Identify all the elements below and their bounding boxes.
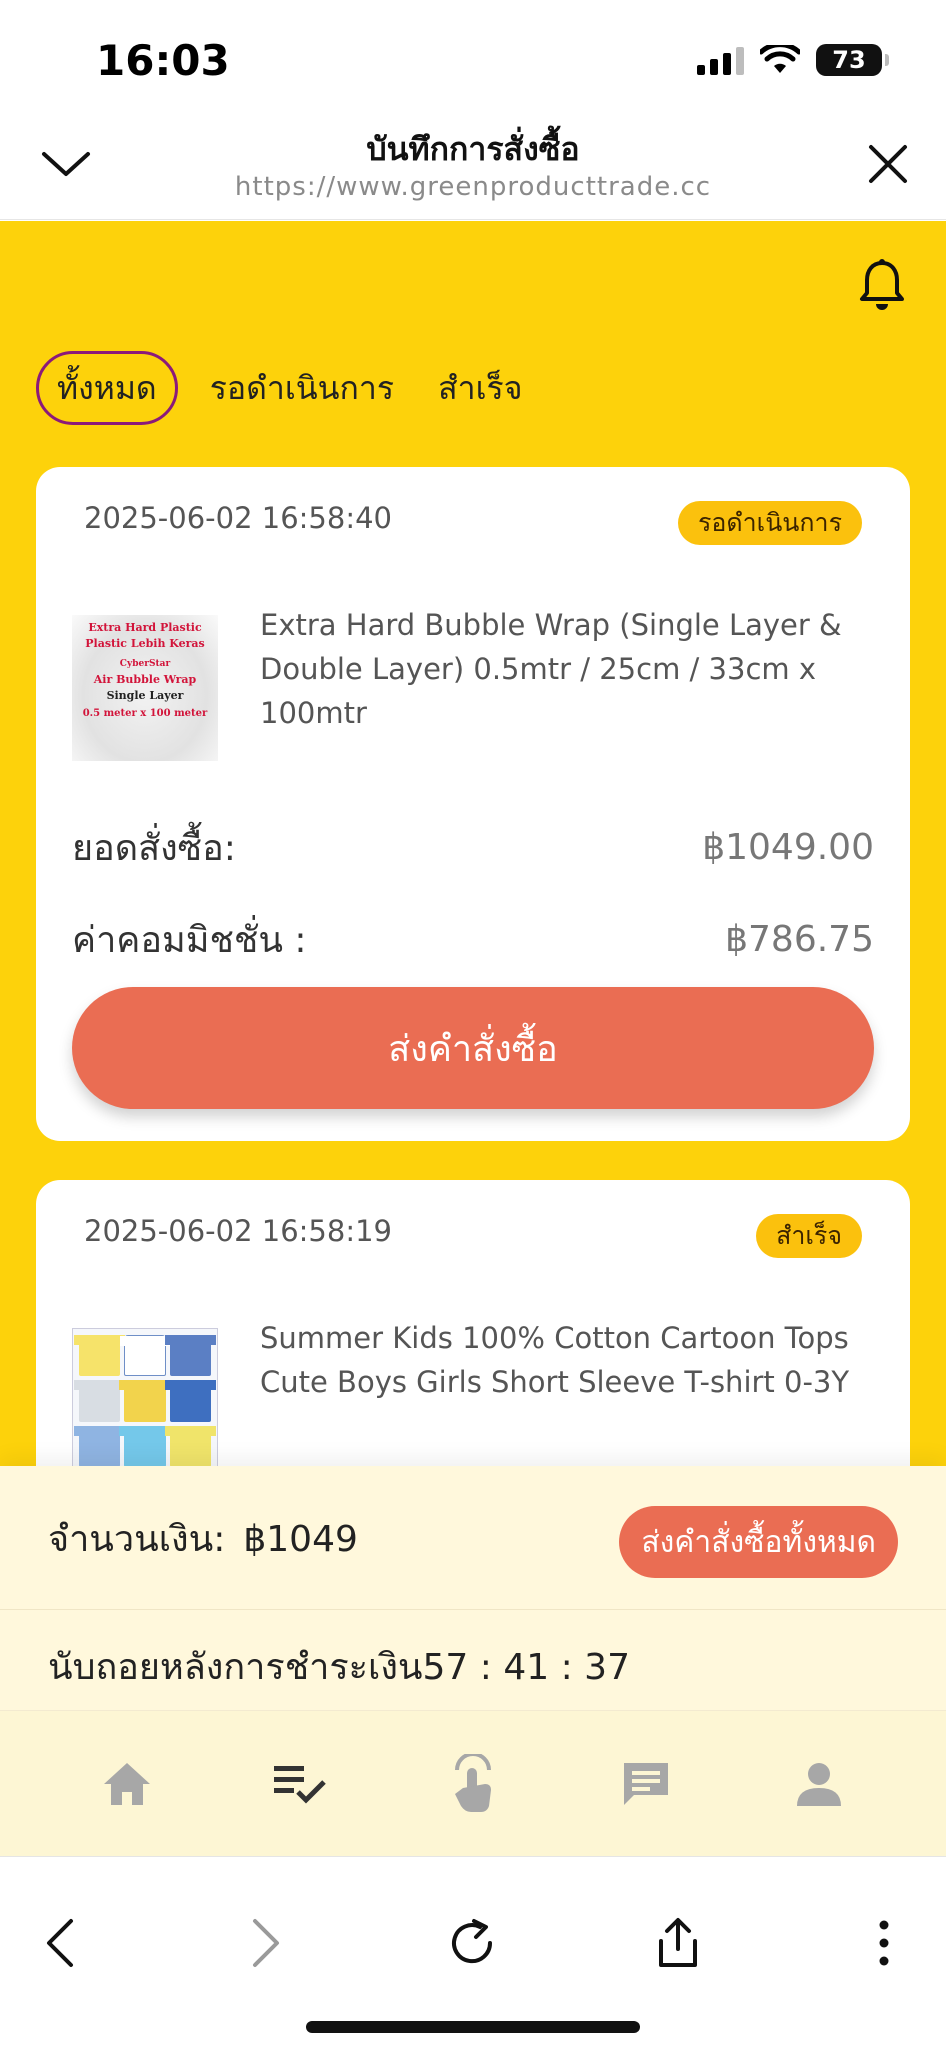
close-button[interactable] [858,134,918,194]
wifi-icon [760,45,800,73]
order-list-icon [273,1765,326,1804]
page-url: https://www.greenproducttrade.cc [234,172,712,202]
product-row: Extra Hard Plastic Plastic Lebih Keras C… [72,603,874,761]
status-icons: 73 [697,44,889,76]
nav-home[interactable] [87,1744,167,1824]
chevron-right-icon [253,1919,279,1967]
forward-button[interactable] [234,1911,298,1975]
countdown-value: 57 : 41 : 37 [422,1647,630,1688]
commission-value: ฿786.75 [725,919,874,960]
order-amount-row: ยอดสั่งซื้อ: ฿1049.00 [72,819,874,876]
total-amount-value: ฿1049 [243,1519,358,1560]
summary-amount-row: จำนวนเงิน: ฿1049 ส่งคำสั่งซื้อทั้งหมด [0,1466,946,1610]
reload-button[interactable] [440,1911,504,1975]
status-time: 16:03 [96,36,230,85]
home-icon [103,1762,150,1805]
bell-icon[interactable] [854,257,910,313]
commission-label: ค่าคอมมิชชั่น : [72,920,307,961]
total-amount: จำนวนเงิน: ฿1049 [48,1510,358,1567]
tab-pending[interactable]: รอดำเนินการ [188,351,416,425]
order-amount-value: ฿1049.00 [702,827,874,868]
commission-row: ค่าคอมมิชชั่น : ฿786.75 [72,911,874,968]
more-button[interactable] [852,1911,916,1975]
submit-all-orders-button[interactable]: ส่งคำสั่งซื้อทั้งหมด [619,1506,898,1578]
page-title: บันทึกการสั่งซื้อ [366,130,580,168]
nav-orders[interactable] [260,1744,340,1824]
nav-grab[interactable] [433,1744,513,1824]
tap-hand-icon [454,1753,491,1812]
status-bar: 16:03 73 [0,0,946,110]
battery-icon: 73 [816,44,889,76]
home-indicator [306,2021,640,2033]
status-tabs: ทั้งหมด รอดำเนินการ สำเร็จ [36,351,544,425]
share-button[interactable] [646,1911,710,1975]
product-image [72,1328,218,1474]
reload-icon [452,1919,493,1964]
order-card: 2025-06-02 16:58:40 รอดำเนินการ Extra Ha… [36,467,910,1141]
orders-page: ทั้งหมด รอดำเนินการ สำเร็จ 2025-06-02 16… [0,221,946,1856]
tab-completed[interactable]: สำเร็จ [416,351,544,425]
payment-countdown: นับถอยหลังการชำระเงิน57 : 41 : 37 [48,1638,630,1695]
countdown-label: นับถอยหลังการชำระเงิน [48,1647,423,1688]
share-icon [659,1918,697,1967]
product-name: Extra Hard Bubble Wrap (Single Layer & D… [260,608,842,730]
payment-summary: จำนวนเงิน: ฿1049 ส่งคำสั่งซื้อทั้งหมด นับ… [0,1466,946,1710]
product-image: Extra Hard Plastic Plastic Lebih Keras C… [72,615,218,761]
product-row: Summer Kids 100% Cotton Cartoon Tops Cut… [72,1316,874,1474]
order-amount-label: ยอดสั่งซื้อ: [72,828,236,869]
bottom-nav [0,1710,946,1856]
more-vertical-icon [879,1920,889,1966]
tab-all[interactable]: ทั้งหมด [36,351,178,425]
back-button[interactable] [28,1911,92,1975]
status-badge: สำเร็จ [756,1214,862,1258]
total-amount-label: จำนวนเงิน: [48,1519,226,1560]
nav-messages[interactable] [606,1744,686,1824]
nav-profile[interactable] [779,1744,859,1824]
order-time: 2025-06-02 16:58:40 [84,501,392,535]
browser-toolbar [0,1856,946,2048]
order-time: 2025-06-02 16:58:19 [84,1214,392,1248]
close-icon [869,145,907,183]
chevron-left-icon [47,1919,73,1967]
submit-order-button[interactable]: ส่งคำสั่งซื้อ [72,987,874,1109]
status-badge: รอดำเนินการ [677,501,862,545]
cellular-signal-icon [697,45,744,75]
profile-icon [797,1762,842,1806]
product-name: Summer Kids 100% Cotton Cartoon Tops Cut… [260,1321,850,1399]
chat-icon [624,1762,669,1805]
browser-header: บันทึกการสั่งซื้อ https://www.greenprodu… [0,110,946,220]
